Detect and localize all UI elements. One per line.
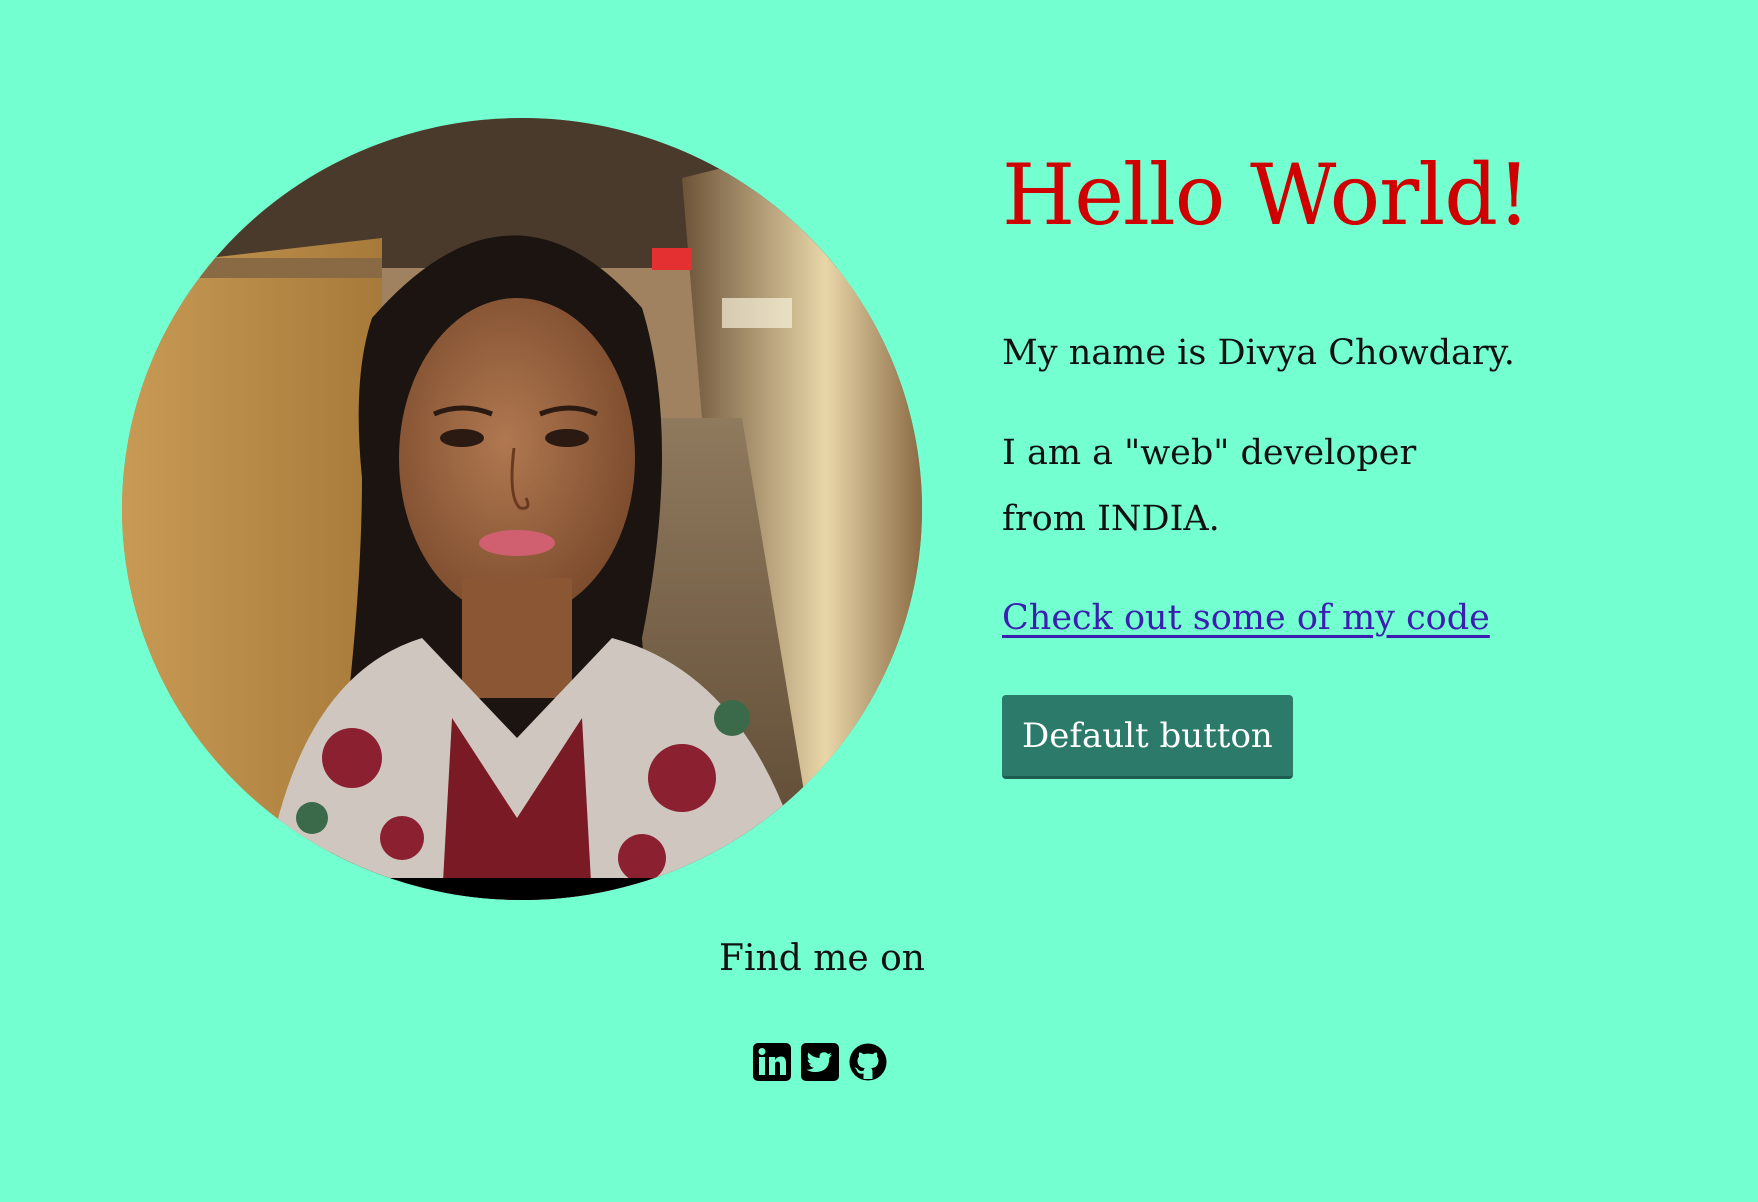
linkedin-icon <box>753 1043 791 1081</box>
intro-section: Hello World! My name is Divya Chowdary. … <box>1002 140 1562 779</box>
linkedin-link[interactable] <box>752 1042 792 1082</box>
twitter-link[interactable] <box>800 1042 840 1082</box>
github-link[interactable] <box>848 1042 888 1082</box>
developer-text: I am a "web" developer from INDIA. <box>1002 433 1417 539</box>
social-links <box>752 1042 888 1082</box>
name-text: My name is Divya Chowdary. <box>1002 333 1515 373</box>
default-button[interactable]: Default button <box>1002 695 1293 779</box>
github-icon <box>849 1043 887 1081</box>
page: Hello World! My name is Divya Chowdary. … <box>0 0 1758 1202</box>
code-link[interactable]: Check out some of my code <box>1002 585 1490 651</box>
profile-photo <box>122 118 922 900</box>
find-me-heading: Find me on <box>719 938 925 979</box>
twitter-icon <box>801 1043 839 1081</box>
greeting-heading: Hello World! <box>1002 146 1531 244</box>
profile-photo-image <box>122 118 922 900</box>
